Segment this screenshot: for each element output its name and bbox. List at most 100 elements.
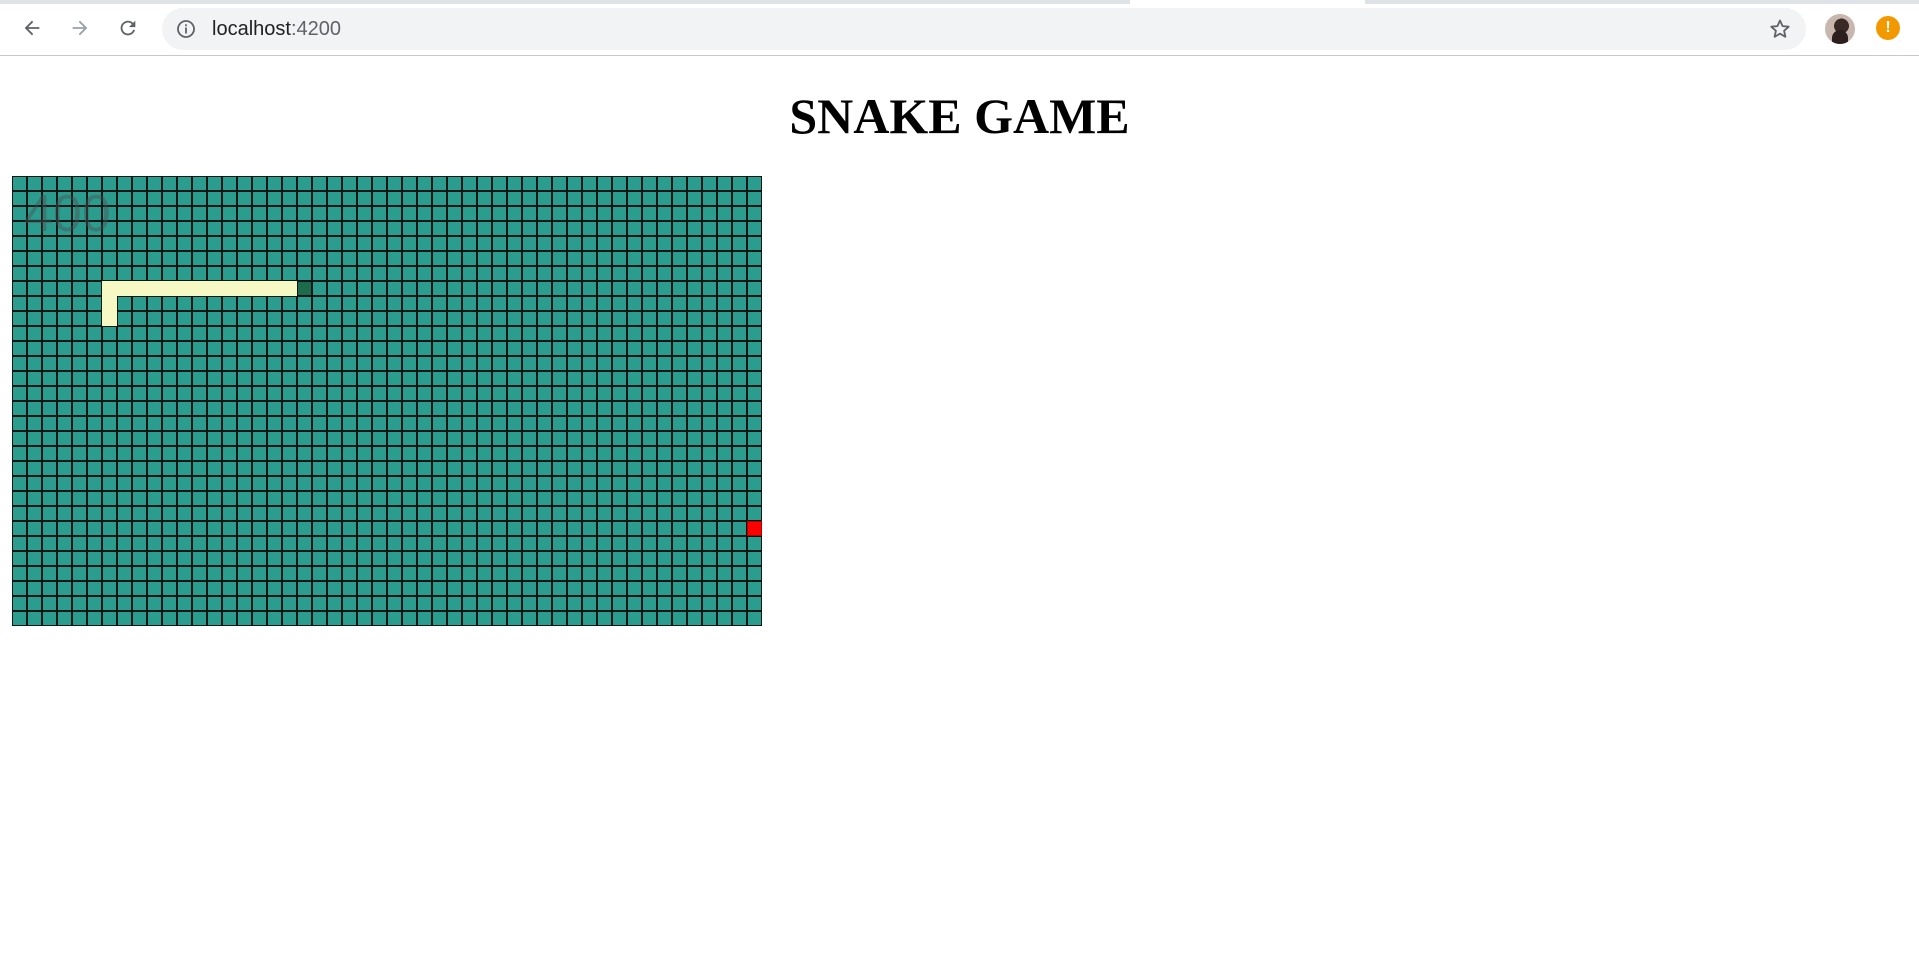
- grid-cell: [552, 386, 567, 401]
- grid-cell: [567, 221, 582, 236]
- grid-cell: [372, 581, 387, 596]
- grid-cell: [87, 326, 102, 341]
- grid-cell: [462, 341, 477, 356]
- grid-cell: [147, 461, 162, 476]
- grid-cell: [507, 401, 522, 416]
- grid-cell: [507, 491, 522, 506]
- grid-cell: [582, 341, 597, 356]
- grid-cell: [267, 356, 282, 371]
- grid-cell: [537, 281, 552, 296]
- grid-cell: [687, 236, 702, 251]
- grid-cell: [87, 431, 102, 446]
- grid-cell: [357, 191, 372, 206]
- grid-cell: [57, 221, 72, 236]
- snake-segment: [102, 311, 117, 326]
- grid-cell: [327, 566, 342, 581]
- grid-cell: [717, 371, 732, 386]
- grid-cell: [267, 266, 282, 281]
- grid-cell: [507, 251, 522, 266]
- grid-cell: [102, 371, 117, 386]
- grid-cell: [447, 491, 462, 506]
- grid-cell: [12, 191, 27, 206]
- grid-cell: [312, 536, 327, 551]
- grid-cell: [372, 296, 387, 311]
- tab-strip: [0, 0, 1919, 4]
- grid-cell: [297, 581, 312, 596]
- game-board[interactable]: [12, 176, 762, 626]
- url-text[interactable]: localhost:4200: [212, 8, 341, 50]
- grid-cell: [327, 461, 342, 476]
- grid-cell: [297, 386, 312, 401]
- grid-cell: [177, 461, 192, 476]
- grid-cell: [702, 326, 717, 341]
- grid-cell: [537, 431, 552, 446]
- grid-cell: [117, 251, 132, 266]
- reload-button[interactable]: [110, 10, 146, 46]
- grid-cell: [267, 566, 282, 581]
- grid-cell: [297, 566, 312, 581]
- grid-cell: [522, 206, 537, 221]
- grid-cell: [747, 221, 762, 236]
- grid-cell: [357, 416, 372, 431]
- grid-cell: [12, 221, 27, 236]
- grid-cell: [642, 476, 657, 491]
- forward-button[interactable]: [62, 10, 98, 46]
- grid-cell: [207, 506, 222, 521]
- grid-cell: [642, 416, 657, 431]
- grid-cell: [102, 536, 117, 551]
- grid-cell: [417, 446, 432, 461]
- address-bar[interactable]: localhost:4200: [162, 8, 1806, 50]
- grid-cell: [597, 326, 612, 341]
- grid-cell: [612, 386, 627, 401]
- grid-cell: [372, 221, 387, 236]
- grid-cell: [732, 386, 747, 401]
- grid-cell: [462, 401, 477, 416]
- grid-cell: [57, 416, 72, 431]
- grid-cell: [237, 566, 252, 581]
- grid-cell: [27, 251, 42, 266]
- grid-cell: [312, 266, 327, 281]
- grid-cell: [282, 371, 297, 386]
- grid-cell: [582, 296, 597, 311]
- grid-cell: [567, 461, 582, 476]
- grid-cell: [597, 506, 612, 521]
- grid-cell: [687, 176, 702, 191]
- snake-segment: [192, 281, 207, 296]
- grid-cell: [192, 386, 207, 401]
- alert-icon[interactable]: !: [1876, 16, 1900, 40]
- grid-cell: [297, 206, 312, 221]
- profile-avatar[interactable]: [1825, 14, 1855, 44]
- grid-cell: [402, 461, 417, 476]
- grid-cell: [117, 311, 132, 326]
- grid-cell: [312, 356, 327, 371]
- grid-cell: [627, 476, 642, 491]
- grid-cell: [552, 611, 567, 626]
- grid-cell: [72, 341, 87, 356]
- grid-cell: [687, 416, 702, 431]
- grid-cell: [447, 386, 462, 401]
- grid-cell: [192, 266, 207, 281]
- grid-cell: [597, 596, 612, 611]
- grid-cell: [117, 461, 132, 476]
- grid-cell: [477, 491, 492, 506]
- grid-cell: [537, 221, 552, 236]
- grid-cell: [57, 536, 72, 551]
- grid-cell: [222, 296, 237, 311]
- grid-cell: [477, 281, 492, 296]
- grid-cell: [672, 446, 687, 461]
- grid-cell: [672, 311, 687, 326]
- star-icon[interactable]: [1768, 17, 1792, 41]
- grid-cell: [492, 236, 507, 251]
- grid-cell: [432, 251, 447, 266]
- grid-cell: [417, 221, 432, 236]
- grid-cell: [507, 176, 522, 191]
- grid-cell: [237, 416, 252, 431]
- grid-cell: [417, 476, 432, 491]
- grid-cell: [282, 596, 297, 611]
- back-button[interactable]: [14, 10, 50, 46]
- grid-cell: [417, 566, 432, 581]
- info-circle-icon[interactable]: [176, 19, 196, 39]
- grid-cell: [42, 611, 57, 626]
- grid-cell: [612, 446, 627, 461]
- grid-cell: [567, 611, 582, 626]
